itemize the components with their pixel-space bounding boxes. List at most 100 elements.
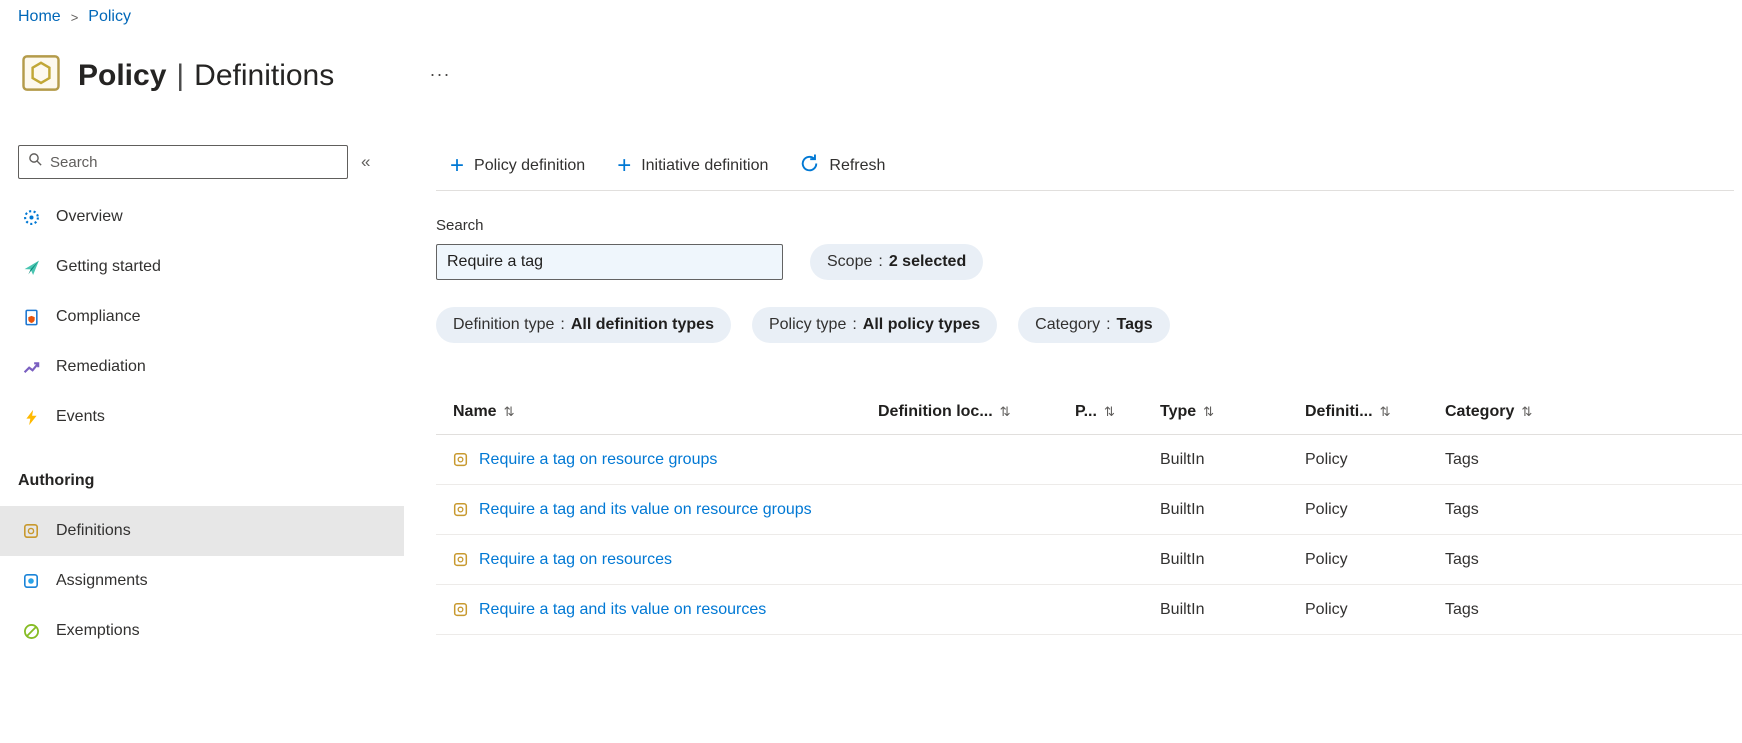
sidebar-nav: Overview Getting started Compliance Reme… <box>0 192 404 656</box>
name-cell: Require a tag on resources <box>436 551 878 569</box>
sort-icon: ⇅ <box>999 403 1011 419</box>
pill-separator: : <box>852 316 857 333</box>
pill-separator: : <box>878 253 883 270</box>
category-cell: Tags <box>1445 500 1479 518</box>
policy-definition-label: Policy definition <box>474 157 586 174</box>
page-title: Policy | Definitions <box>78 59 334 93</box>
type-cell: BuiltIn <box>1160 450 1205 468</box>
pill-name: Policy type <box>768 316 847 333</box>
search-filter-label: Search <box>436 217 484 234</box>
sidebar-search-box[interactable] <box>18 145 348 179</box>
page-title-primary: Policy <box>78 58 167 92</box>
pill-value: All definition types <box>570 316 714 333</box>
definitions-icon <box>22 522 40 540</box>
sidebar-section-authoring: Authoring <box>0 456 404 506</box>
definition-name-link[interactable]: Require a tag on resource groups <box>479 451 717 469</box>
definition-name-link[interactable]: Require a tag and its value on resource … <box>479 501 812 519</box>
events-icon <box>22 408 40 426</box>
assignments-icon <box>22 572 40 590</box>
sidebar-item-compliance[interactable]: Compliance <box>0 292 404 342</box>
initiative-definition-button[interactable]: + Initiative definition <box>617 154 769 178</box>
table-header: Name ⇅ Definition loc... ⇅ P... ⇅ Type ⇅… <box>436 389 1742 435</box>
sidebar-item-label: Definitions <box>56 522 131 539</box>
pill-value: Tags <box>1116 316 1153 333</box>
policy-definition-icon <box>453 502 468 517</box>
pill-name: Scope <box>827 253 873 270</box>
filter-pills-row: Definition type : All definition types P… <box>436 307 1742 343</box>
policy-definition-icon <box>453 452 468 467</box>
type-cell: BuiltIn <box>1160 500 1205 518</box>
breadcrumb-policy-link[interactable]: Policy <box>88 8 131 26</box>
column-label: Category <box>1445 402 1515 420</box>
sidebar-item-assignments[interactable]: Assignments <box>0 556 404 606</box>
filter-controls-row: Scope : 2 selected <box>436 244 1742 280</box>
sidebar-search-row: « <box>0 145 404 179</box>
sidebar-section-label: Authoring <box>18 472 95 489</box>
sidebar-item-overview[interactable]: Overview <box>0 192 404 242</box>
sidebar-item-getting-started[interactable]: Getting started <box>0 242 404 292</box>
more-options-button[interactable]: ... <box>430 60 451 81</box>
collapse-sidebar-icon[interactable]: « <box>361 152 370 172</box>
page-title-divider: | <box>176 58 185 92</box>
sort-icon: ⇅ <box>1521 403 1533 419</box>
table-row: Require a tag on resources BuiltIn Polic… <box>436 535 1742 585</box>
policy-type-filter-pill[interactable]: Policy type : All policy types <box>751 307 998 343</box>
definition-type-cell: Policy <box>1305 600 1348 618</box>
category-filter-pill[interactable]: Category : Tags <box>1018 307 1170 343</box>
sidebar-item-label: Getting started <box>56 258 161 275</box>
refresh-icon <box>800 154 819 178</box>
policy-icon <box>20 52 62 99</box>
sidebar-item-label: Overview <box>56 208 123 225</box>
column-label: Name <box>453 402 497 420</box>
sidebar-item-label: Remediation <box>56 358 146 375</box>
refresh-button[interactable]: Refresh <box>800 154 885 178</box>
overview-icon <box>22 208 40 226</box>
sidebar-item-definitions[interactable]: Definitions <box>0 506 404 556</box>
scope-filter-pill[interactable]: Scope : 2 selected <box>810 244 984 280</box>
refresh-label: Refresh <box>829 157 886 174</box>
definitions-search-input[interactable] <box>436 244 783 280</box>
pill-name: Definition type <box>453 316 555 333</box>
sidebar-item-remediation[interactable]: Remediation <box>0 342 404 392</box>
column-label: Type <box>1160 402 1197 420</box>
definition-name-link[interactable]: Require a tag on resources <box>479 551 672 569</box>
breadcrumb: Home > Policy <box>18 8 131 26</box>
toolbar: + Policy definition + Initiative definit… <box>436 147 1742 185</box>
column-label: Definiti... <box>1305 402 1373 420</box>
exemptions-icon <box>22 622 40 640</box>
name-cell: Require a tag and its value on resource … <box>436 501 878 519</box>
page-title-secondary: Definitions <box>194 58 335 92</box>
category-cell: Tags <box>1445 600 1479 618</box>
sort-icon: ⇅ <box>1203 403 1215 419</box>
getting-started-icon <box>22 258 40 276</box>
policy-definition-icon <box>453 552 468 567</box>
sidebar-search-input[interactable] <box>50 153 338 171</box>
toolbar-divider <box>436 190 1734 191</box>
pill-value: 2 selected <box>888 253 967 270</box>
sidebar: « Overview Getting started Compliance <box>0 145 404 656</box>
sort-icon: ⇅ <box>503 403 515 419</box>
sidebar-item-exemptions[interactable]: Exemptions <box>0 606 404 656</box>
definition-name-link[interactable]: Require a tag and its value on resources <box>479 601 766 619</box>
column-header-type[interactable]: Type ⇅ <box>1160 403 1305 421</box>
type-cell: BuiltIn <box>1160 550 1205 568</box>
table-row: Require a tag on resource groups BuiltIn… <box>436 435 1742 485</box>
column-header-definition-location[interactable]: Definition loc... ⇅ <box>878 403 1075 421</box>
column-header-category[interactable]: Category ⇅ <box>1445 403 1742 421</box>
table-row: Require a tag and its value on resources… <box>436 585 1742 635</box>
definition-type-filter-pill[interactable]: Definition type : All definition types <box>436 307 731 343</box>
definition-type-cell: Policy <box>1305 450 1348 468</box>
sidebar-item-events[interactable]: Events <box>0 392 404 442</box>
policy-definition-button[interactable]: + Policy definition <box>450 154 586 178</box>
column-header-policies[interactable]: P... ⇅ <box>1075 403 1160 421</box>
column-header-definition-type[interactable]: Definiti... ⇅ <box>1305 403 1445 421</box>
column-label: Definition loc... <box>878 402 993 420</box>
initiative-definition-label: Initiative definition <box>641 157 769 174</box>
column-header-name[interactable]: Name ⇅ <box>436 403 878 421</box>
category-cell: Tags <box>1445 550 1479 568</box>
remediation-icon <box>22 358 40 376</box>
main-content: + Policy definition + Initiative definit… <box>436 147 1742 635</box>
definitions-table: Name ⇅ Definition loc... ⇅ P... ⇅ Type ⇅… <box>436 389 1742 635</box>
policy-definitions-page: Home > Policy Policy | Definitions ... « <box>0 0 1742 743</box>
breadcrumb-home-link[interactable]: Home <box>18 8 61 26</box>
